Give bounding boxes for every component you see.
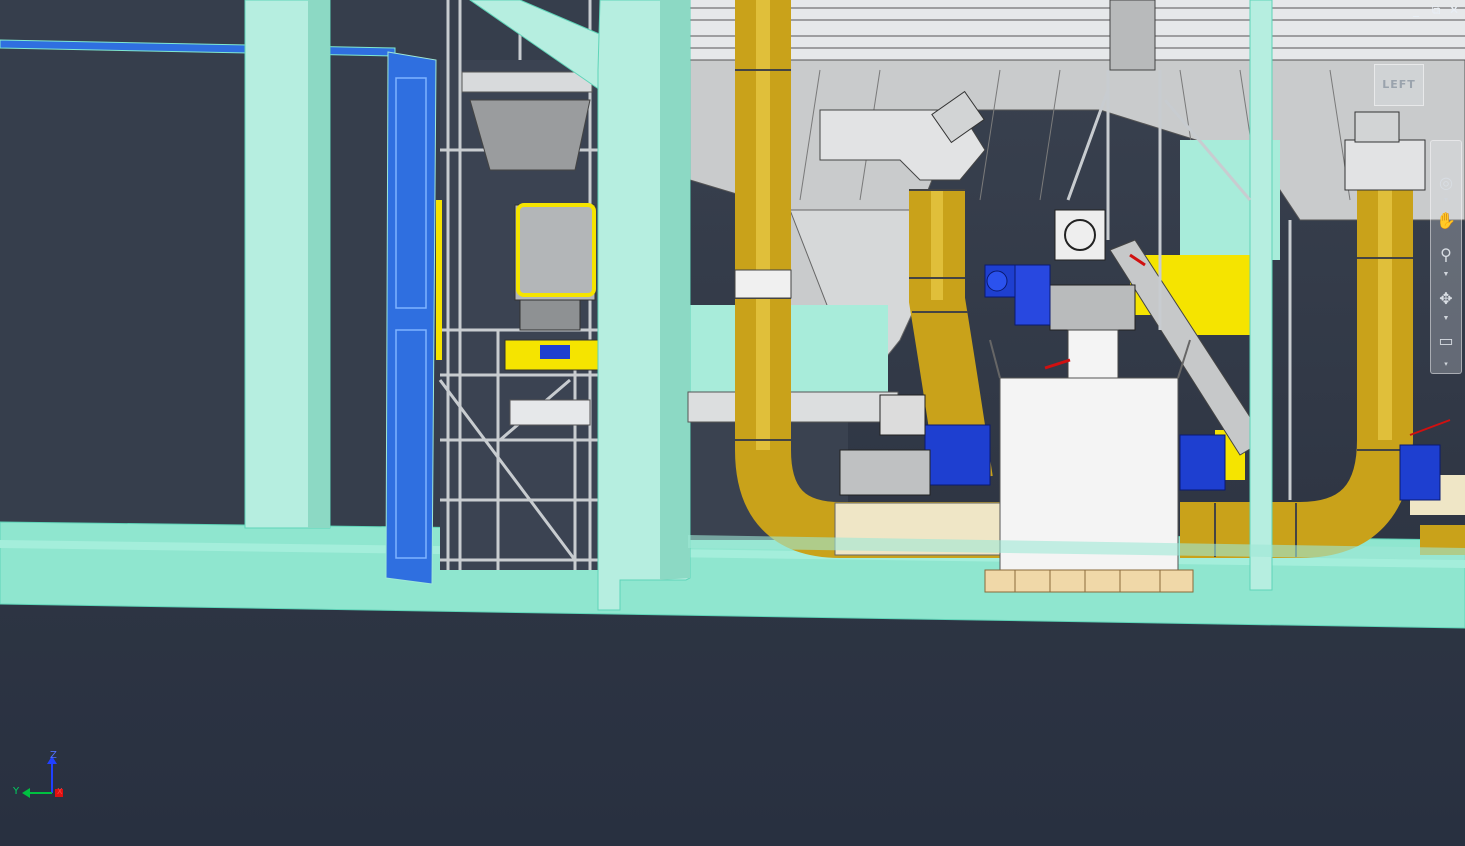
pan-icon[interactable]: ✋	[1434, 209, 1458, 233]
navbar-options-icon[interactable]: ▾	[1441, 361, 1451, 369]
y-axis-label: Y	[13, 786, 20, 797]
zoom-dropdown-icon[interactable]: ▼	[1441, 271, 1451, 279]
close-viewport-button[interactable]: ✕	[1446, 2, 1462, 18]
x-axis-label: X	[57, 787, 63, 796]
showmotion-icon[interactable]: ▭	[1434, 329, 1458, 353]
restore-viewport-button[interactable]: ⧉	[1428, 2, 1444, 18]
navigation-bar: ◎ ▼ ✋ ⚲ ▼ ✥ ▼ ▭ ▾	[1430, 140, 1462, 374]
viewcube-face-left[interactable]: LEFT	[1374, 64, 1424, 106]
minimize-viewport-button[interactable]: _	[1408, 2, 1424, 18]
orbit-icon[interactable]: ✥	[1434, 287, 1458, 311]
zoom-icon[interactable]: ⚲	[1434, 243, 1458, 267]
orbit-dropdown-icon[interactable]: ▼	[1441, 315, 1451, 323]
z-axis-label: Z	[50, 750, 57, 761]
steering-wheel-icon[interactable]: ◎	[1434, 171, 1458, 195]
model-viewport[interactable]: _ ⧉ ✕ LEFT ◎ ▼ ✋ ⚲ ▼ ✥ ▼ ▭ ▾ Z Y X	[0, 0, 1465, 846]
viewcube[interactable]: LEFT	[1368, 58, 1430, 110]
plant-3d-model	[0, 0, 1465, 629]
steering-wheel-dropdown-icon[interactable]: ▼	[1441, 197, 1451, 205]
ucs-icon: Z Y X	[10, 750, 70, 806]
